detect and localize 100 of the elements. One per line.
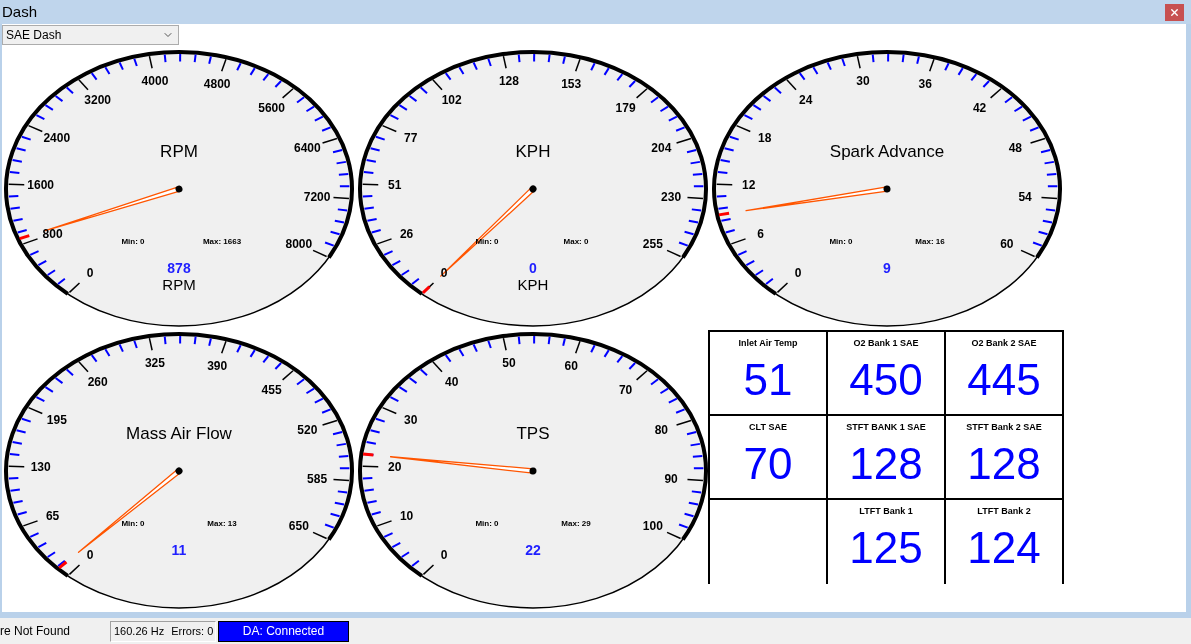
max-reading: Max: 29 <box>561 518 591 528</box>
gauge-title: Spark Advance <box>829 141 945 161</box>
readout-label: STFT BANK 1 SAE <box>846 421 926 433</box>
scale-label: 7200 <box>303 189 331 204</box>
scale-label: 800 <box>42 226 63 241</box>
scale-label: 585 <box>307 471 328 486</box>
scale-label: 390 <box>207 358 228 373</box>
level-marker-icon <box>718 211 730 217</box>
gauge-unit: KPH <box>517 275 549 293</box>
gauge-value: 0 <box>529 260 537 276</box>
scale-label: 90 <box>664 471 678 486</box>
scale-label: 455 <box>261 382 282 397</box>
scale-label: 50 <box>502 356 516 371</box>
scale-label: 51 <box>388 178 402 193</box>
scale-label: 60 <box>1000 236 1014 251</box>
frequency-reading: 160.26 Hz <box>114 623 165 639</box>
scale-label: 30 <box>856 74 870 89</box>
scale-label: 60 <box>564 358 578 373</box>
readout-value: 450 <box>849 358 923 402</box>
scale-label: 130 <box>30 460 51 475</box>
readout-value: 128 <box>967 442 1041 486</box>
scale-label: 65 <box>45 508 60 523</box>
scale-label: 195 <box>46 412 67 427</box>
readout-label: LTFT Bank 2 <box>977 505 1031 517</box>
max-reading: Max: 13 <box>207 518 237 528</box>
error-count: Errors: 0 <box>171 623 214 639</box>
dash-select[interactable]: SAE Dash <box>2 25 179 45</box>
window-title: Dash <box>2 3 38 21</box>
scale-label: 204 <box>651 140 672 155</box>
close-button[interactable] <box>1165 3 1184 21</box>
readout-label: CLT SAE <box>749 421 787 433</box>
min-reading: Min: 0 <box>121 236 145 246</box>
scale-label: 4800 <box>203 76 231 91</box>
gauge-title: RPM <box>160 141 198 161</box>
scale-label: 520 <box>297 422 318 437</box>
gauge-value: 22 <box>525 542 541 558</box>
scale-label: 42 <box>972 100 987 115</box>
scale-label: 4000 <box>141 74 169 89</box>
status-message: re Not Found <box>0 624 72 638</box>
scale-label: 30 <box>404 412 418 427</box>
scale-label: 325 <box>144 356 165 371</box>
level-marker-icon <box>362 452 374 457</box>
scale-label: 260 <box>87 375 108 390</box>
scale-label: 10 <box>399 508 414 523</box>
max-reading: Max: 1663 <box>202 236 242 246</box>
readout-value: 445 <box>967 358 1041 402</box>
scale-label: 0 <box>86 265 94 280</box>
readout-value: 70 <box>743 442 793 486</box>
scale-label: 0 <box>440 547 448 562</box>
scale-label: 0 <box>86 547 94 562</box>
scale-label: 36 <box>918 76 932 91</box>
readout-value: 128 <box>849 442 923 486</box>
min-reading: Min: 0 <box>829 236 853 246</box>
scale-label: 5600 <box>258 100 285 115</box>
level-marker-icon <box>421 285 431 294</box>
max-reading: Max: 0 <box>563 236 589 246</box>
scale-label: 8000 <box>285 236 313 251</box>
scale-label: 18 <box>758 130 772 145</box>
readout-label: STFT Bank 2 SAE <box>966 421 1042 433</box>
scale-label: 100 <box>642 518 663 533</box>
scale-label: 6400 <box>293 140 321 155</box>
scale-label: 230 <box>661 189 682 204</box>
scale-label: 20 <box>388 460 402 475</box>
scale-label: 1600 <box>27 178 55 193</box>
scale-label: 40 <box>444 375 459 390</box>
level-marker-icon <box>58 560 68 570</box>
readout-label: LTFT Bank 1 <box>859 505 913 517</box>
scale-label: 102 <box>441 93 462 108</box>
gauge-value: 878 <box>167 260 191 276</box>
scale-label: 80 <box>654 422 668 437</box>
max-reading: Max: 16 <box>915 236 945 246</box>
min-reading: Min: 0 <box>121 518 145 528</box>
scale-label: 26 <box>399 226 414 241</box>
gauge-title: TPS <box>516 423 550 443</box>
scale-label: 128 <box>498 74 519 89</box>
scale-label: 179 <box>615 100 636 115</box>
scale-label: 153 <box>561 76 582 91</box>
scale-label: 54 <box>1018 189 1032 204</box>
gauge-title: KPH <box>515 141 551 161</box>
readout-label: Inlet Air Temp <box>738 337 798 349</box>
readout-label: O2 Bank 2 SAE <box>971 337 1037 349</box>
readout-label: O2 Bank 1 SAE <box>853 337 919 349</box>
gauge-title: Mass Air Flow <box>126 423 232 443</box>
readout-value: 51 <box>743 358 793 402</box>
scale-label: 255 <box>642 236 663 251</box>
gauge-unit: RPM <box>162 275 196 293</box>
scale-label: 2400 <box>43 130 71 145</box>
scale-label: 6 <box>757 226 764 241</box>
scale-label: 77 <box>404 130 418 145</box>
scale-label: 48 <box>1008 140 1022 155</box>
readout-value: 125 <box>849 526 923 570</box>
readout-value: 124 <box>967 526 1041 570</box>
close-icon <box>1169 6 1180 18</box>
gauge-value: 11 <box>171 542 187 558</box>
scale-label: 0 <box>794 265 802 280</box>
connection-status: DA: Connected <box>218 620 349 642</box>
scale-label: 70 <box>618 382 633 397</box>
scale-label: 650 <box>288 518 309 533</box>
scale-label: 12 <box>742 178 756 193</box>
gauge-value: 9 <box>883 260 891 276</box>
